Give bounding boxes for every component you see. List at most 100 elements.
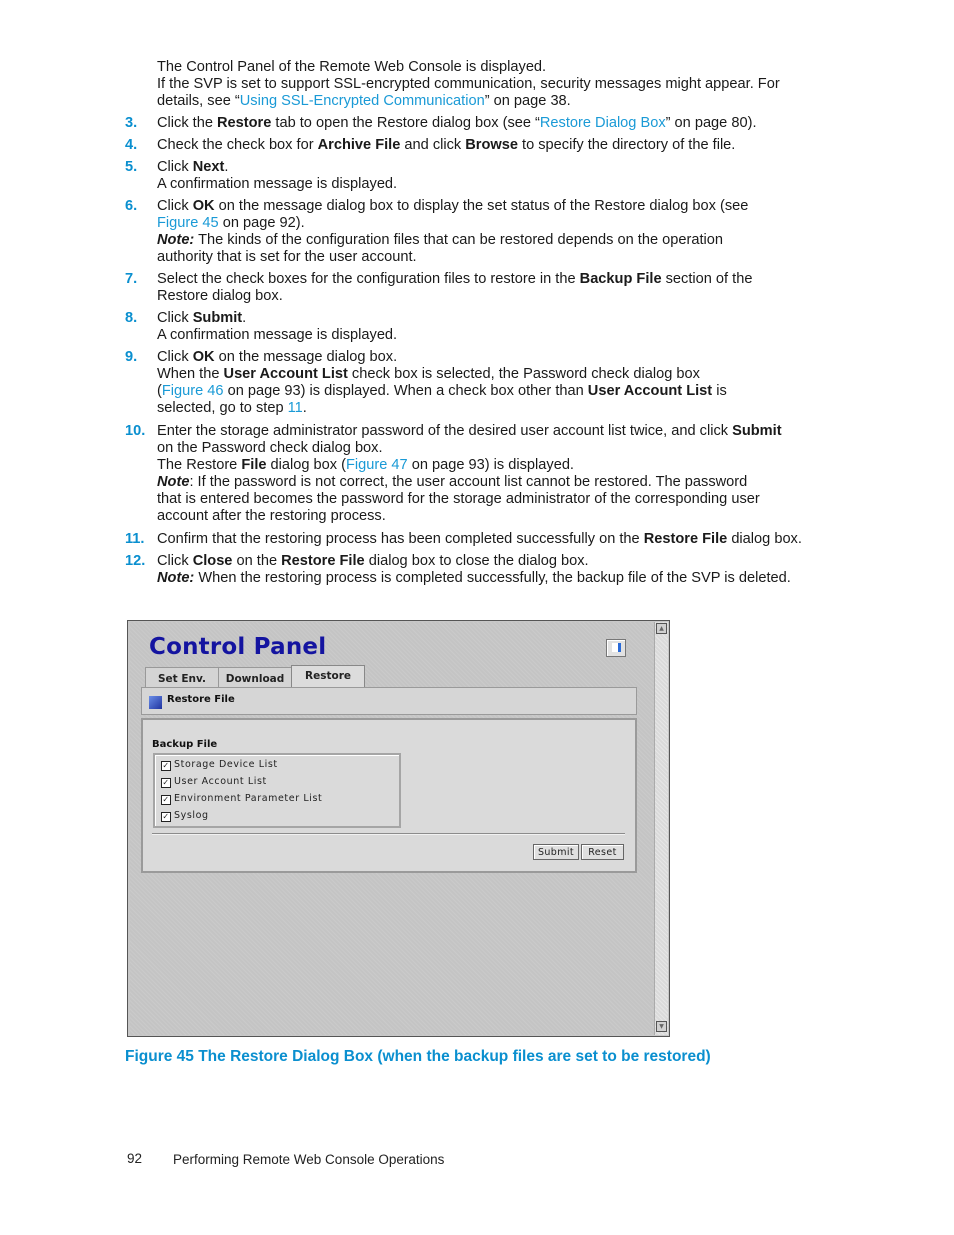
step-line: The Restore File dialog box (Figure 47 o… [157,457,817,474]
checkbox-environment-parameter-list[interactable]: ✓ Environment Parameter List [161,792,322,808]
step-line: Restore dialog box. [157,288,283,304]
step-number: 12. [125,553,146,569]
text: The kinds of the configuration files tha… [194,232,723,248]
step-line: Select the check boxes for the configura… [157,271,817,288]
text: Click [157,553,193,569]
step-number: 4. [125,137,138,153]
step-line: Click OK on the message dialog box. [157,349,817,366]
figure-caption: Figure 45 The Restore Dialog Box (when t… [125,1048,711,1065]
text: . [242,310,247,326]
bold-term: Next [192,159,225,175]
step-body: Check the check box for Archive File and… [157,137,817,154]
tab-download[interactable]: Download [218,667,292,687]
step-line: A confirmation message is displayed. [157,327,398,343]
checkbox-checked-icon[interactable]: ✓ [161,761,171,771]
step-line: Click Close on the Restore File dialog b… [157,553,817,570]
step-body: Confirm that the restoring process has b… [157,531,817,548]
help-button[interactable] [606,639,626,657]
backup-file-checkbox-group: ✓ Storage Device List ✓ User Account List … [153,753,401,828]
bold-term: OK [192,349,215,365]
backup-file-label: Backup File [152,739,218,750]
text: on the message dialog box. [214,349,398,365]
link-figure-45[interactable]: Figure 45 [157,215,219,231]
link-figure-46[interactable]: Figure 46 [162,383,224,399]
text: Click the [157,115,218,131]
text: on page 93) is displayed. When a check b… [223,383,588,399]
control-panel-window: Control Panel Set Env. Download Restore … [130,622,654,1035]
note-line: that is entered becomes the password for… [157,491,760,507]
text: section of the [661,271,753,287]
step-body: Enter the storage administrator password… [157,423,817,525]
bold-term: Close [192,553,233,569]
step-body: Select the check boxes for the configura… [157,271,817,305]
speaker-help-icon [612,643,621,652]
note-line: Note: If the password is not correct, th… [157,474,817,491]
tab-set-env[interactable]: Set Env. [145,667,219,687]
text: selected, go to step [157,400,288,416]
bold-term: OK [192,198,215,214]
text: and click [400,137,466,153]
link-ssl-communication[interactable]: Using SSL-Encrypted Communication [240,93,485,109]
text: on the [232,553,282,569]
text: . [224,159,229,175]
text: dialog box. [727,531,802,547]
text: Select the check boxes for the configura… [157,271,580,287]
intro-line-2: If the SVP is set to support SSL-encrypt… [157,76,780,92]
text: Click [157,159,193,175]
step-line: A confirmation message is displayed. [157,176,398,192]
note-line: authority that is set for the user accou… [157,249,417,265]
restore-file-header: Restore File [141,687,637,715]
intro-line-3: details, see “Using SSL-Encrypted Commun… [157,93,817,110]
checkbox-checked-icon[interactable]: ✓ [161,812,171,822]
checkbox-user-account-list[interactable]: ✓ User Account List [161,775,267,791]
text: on page 92). [218,215,305,231]
note-line: account after the restoring process. [157,508,386,524]
checkbox-syslog[interactable]: ✓ Syslog [161,809,209,825]
link-step-11[interactable]: 11 [288,400,303,416]
bold-term: User Account List [223,366,348,382]
step-body: Click the Restore tab to open the Restor… [157,115,817,132]
step-body: Click Close on the Restore File dialog b… [157,553,817,587]
restore-dialog-screenshot: Control Panel Set Env. Download Restore … [127,620,670,1037]
step-line: Click Next. [157,159,817,176]
text: Click [157,310,193,326]
scroll-down-icon[interactable]: ▼ [656,1021,667,1032]
text: ” on page 80). [665,115,757,131]
checkbox-storage-device-list[interactable]: ✓ Storage Device List [161,758,278,774]
step-number: 5. [125,159,138,175]
scroll-up-icon[interactable]: ▲ [656,623,667,634]
step-line: Figure 45 on page 92). [157,215,817,232]
note-label: Note: [157,570,195,586]
checkbox-checked-icon[interactable]: ✓ [161,795,171,805]
checkbox-label: User Account List [174,776,267,787]
reset-button[interactable]: Reset [581,844,624,860]
step-line: on the Password check dialog box. [157,440,383,456]
step-number: 3. [125,115,138,131]
text: Click [157,349,193,365]
intro-line-1: The Control Panel of the Remote Web Cons… [157,59,547,75]
submit-button[interactable]: Submit [533,844,579,860]
text: . [302,400,307,416]
text: Check the check box for [157,137,318,153]
step-line: Click Submit. [157,310,817,327]
link-figure-47[interactable]: Figure 47 [346,457,408,473]
checkbox-checked-icon[interactable]: ✓ [161,778,171,788]
note-line: Note: When the restoring process is comp… [157,570,817,587]
note-line: Note: The kinds of the configuration fil… [157,232,817,249]
link-restore-dialog-box[interactable]: Restore Dialog Box [540,115,666,131]
tab-restore[interactable]: Restore [291,665,365,688]
checkbox-label: Storage Device List [174,759,278,770]
bold-term: Archive File [317,137,401,153]
text: : If the password is not correct, the us… [189,474,748,490]
backup-file-panel: Backup File ✓ Storage Device List ✓ User A… [141,718,637,873]
text: is [712,383,727,399]
bold-term: Restore [217,115,272,131]
text: dialog box ( [266,457,347,473]
text: When the [157,366,224,382]
text: on page 93) is displayed. [407,457,574,473]
step-line: When the User Account List check box is … [157,366,817,383]
vertical-scrollbar[interactable]: ▲ ▼ [654,622,668,1035]
step-number: 11. [125,531,145,547]
step-number: 10. [125,423,146,439]
text: details, see “ [157,93,240,109]
